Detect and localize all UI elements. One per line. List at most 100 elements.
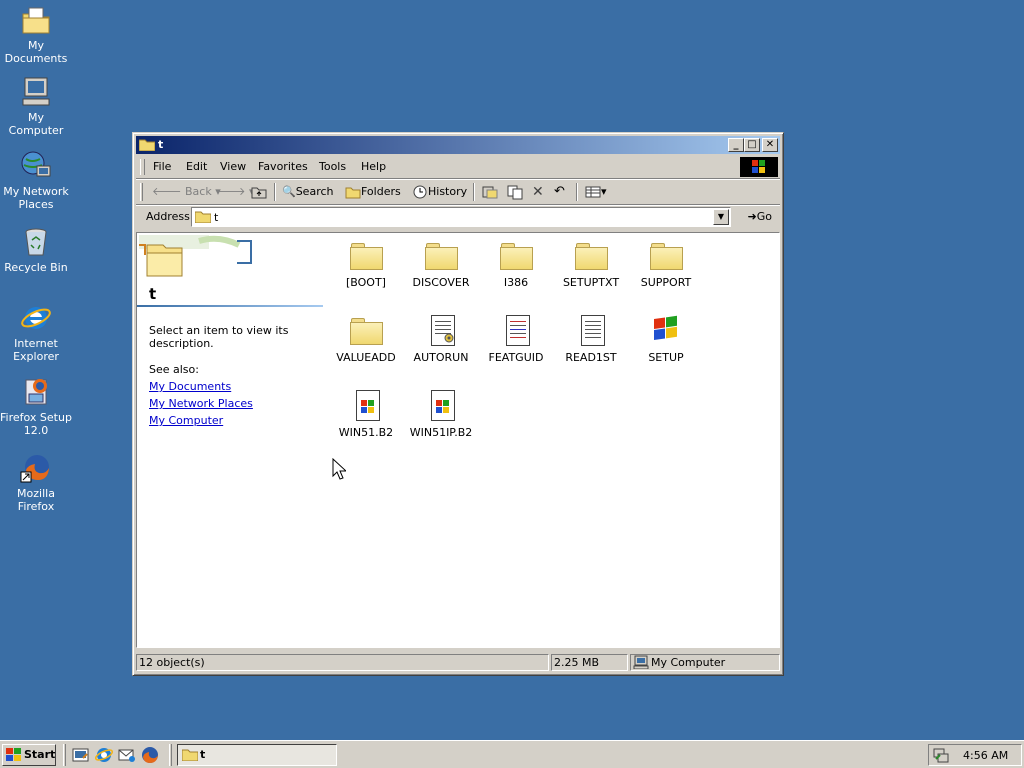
taskbar: Start t 4:56 AM (0, 740, 1024, 768)
minimize-button[interactable]: _ (728, 138, 744, 152)
history-button[interactable]: History (412, 184, 467, 200)
file-name: I386 (503, 276, 529, 289)
desktop-icon-label: My Computer (8, 111, 64, 137)
forward-arrow-icon: 🡒 (216, 185, 246, 198)
folder-icon (350, 314, 383, 346)
quick-launch-grip[interactable] (63, 744, 66, 766)
search-icon: 🔍 (282, 185, 296, 198)
desktop-icon-firefox-setup[interactable]: Firefox Setup 12.0 (0, 376, 72, 437)
start-button[interactable]: Start (2, 744, 56, 766)
address-input[interactable]: t ▼ (191, 207, 731, 227)
folder-icon (350, 239, 383, 271)
undo-button[interactable]: ↶ (554, 184, 565, 200)
windows-setup-icon (650, 314, 682, 346)
file-name: READ1ST (565, 351, 617, 364)
taskbar-grip[interactable] (169, 744, 172, 766)
file-item-autorun[interactable]: AUTORUN (403, 314, 479, 364)
up-folder-button[interactable] (251, 184, 267, 200)
folder-banner-graphic (139, 235, 259, 285)
windows-file-icon (425, 389, 457, 421)
desktop-icon-label: My Documents (4, 39, 68, 65)
internet-explorer-icon[interactable] (95, 746, 113, 764)
search-label: Search (295, 185, 334, 198)
status-zone: My Computer (630, 654, 780, 671)
desktop-icon-label: Recycle Bin (4, 261, 68, 274)
desktop-icon-recycle-bin[interactable]: Recycle Bin (0, 226, 72, 274)
taskbar-window-label: t (200, 748, 206, 761)
desktop-icon-label: Mozilla Firefox (17, 487, 55, 513)
link-my-network-places[interactable]: My Network Places (149, 397, 253, 410)
menu-tools[interactable]: Tools (319, 160, 346, 173)
menu-help[interactable]: Help (361, 160, 386, 173)
move-to-button[interactable] (481, 184, 499, 200)
file-item-featguid[interactable]: FEATGUID (478, 314, 554, 364)
go-button[interactable]: ➜Go (748, 210, 772, 223)
forward-button[interactable]: 🡒 ▾ (216, 184, 255, 200)
views-button[interactable]: ▾ (585, 184, 607, 200)
copy-to-button[interactable] (506, 184, 524, 200)
folder-name-heading: t (149, 285, 157, 303)
address-dropdown-button[interactable]: ▼ (713, 209, 729, 225)
window-title: t (158, 138, 164, 151)
settings-file-icon (425, 314, 457, 346)
see-also-label: See also: (149, 363, 199, 376)
taskbar-window-button[interactable]: t (177, 744, 337, 766)
my-computer-icon (633, 655, 649, 669)
file-item-win51b2[interactable]: WIN51.B2 (328, 389, 404, 439)
clock[interactable]: 4:56 AM (963, 749, 1008, 762)
back-arrow-icon: 🡐 (152, 185, 182, 198)
maximize-button[interactable]: □ (744, 138, 760, 152)
html-document-icon (500, 314, 532, 346)
show-desktop-icon[interactable] (72, 746, 90, 764)
go-arrow-icon: ➜ (747, 210, 757, 223)
desktop-icon-my-documents[interactable]: My Documents (0, 4, 72, 65)
file-name: DISCOVER (412, 276, 470, 289)
file-name: WIN51.B2 (338, 426, 394, 439)
file-name: SUPPORT (640, 276, 692, 289)
file-item-valueadd[interactable]: VALUEADD (328, 314, 404, 364)
link-my-computer[interactable]: My Computer (149, 414, 223, 427)
standard-toolbar: 🡐 Back ▾ 🡒 ▾ 🔍Search Folders History ✕ ↶… (136, 180, 780, 205)
folder-icon (650, 239, 683, 271)
desktop-icon-my-computer[interactable]: My Computer (0, 76, 72, 137)
menu-view[interactable]: View (220, 160, 246, 173)
folders-button[interactable]: Folders (345, 184, 401, 200)
search-button[interactable]: 🔍Search (282, 184, 334, 200)
mouse-cursor-icon (332, 458, 346, 480)
network-status-icon[interactable] (933, 747, 949, 763)
toolbar-grip[interactable] (140, 183, 143, 201)
delete-button[interactable]: ✕ (532, 184, 544, 200)
firefox-icon[interactable] (141, 746, 159, 764)
menu-file[interactable]: File (153, 160, 171, 173)
link-my-documents[interactable]: My Documents (149, 380, 231, 393)
desktop-icon-label: Internet Explorer (13, 337, 59, 363)
file-name: [BOOT] (346, 276, 386, 289)
file-item-read1st[interactable]: READ1ST (553, 314, 629, 364)
file-item-i386[interactable]: I386 (478, 239, 554, 289)
desktop-icon-mozilla-firefox[interactable]: Mozilla Firefox (0, 452, 72, 513)
close-button[interactable]: ✕ (762, 138, 778, 152)
my-computer-icon (20, 76, 52, 108)
folder-icon (500, 239, 533, 271)
file-item-discover[interactable]: DISCOVER (403, 239, 479, 289)
back-button[interactable]: 🡐 Back ▾ (152, 184, 221, 200)
folder-icon (139, 139, 155, 151)
status-object-count: 12 object(s) (136, 654, 549, 671)
file-item-support[interactable]: SUPPORT (628, 239, 704, 289)
menu-edit[interactable]: Edit (186, 160, 207, 173)
desktop-icon-label: My Network Places (3, 185, 69, 211)
menu-favorites[interactable]: Favorites (258, 160, 308, 173)
file-item-boot[interactable]: [BOOT] (328, 239, 404, 289)
file-item-win51ipb2[interactable]: WIN51IP.B2 (403, 389, 479, 439)
folder-icon (575, 239, 608, 271)
installer-icon (20, 376, 52, 408)
windows-logo (740, 157, 778, 177)
outlook-express-icon[interactable] (118, 746, 136, 764)
toolbar-grip[interactable] (140, 159, 145, 175)
desktop-icon-my-network-places[interactable]: My Network Places (0, 150, 72, 211)
file-item-setuptxt[interactable]: SETUPTXT (553, 239, 629, 289)
desktop-icon-internet-explorer[interactable]: Internet Explorer (0, 302, 72, 363)
title-bar[interactable]: t _ □ ✕ (136, 136, 780, 154)
file-item-setup[interactable]: SETUP (628, 314, 704, 364)
up-folder-icon (251, 187, 267, 199)
